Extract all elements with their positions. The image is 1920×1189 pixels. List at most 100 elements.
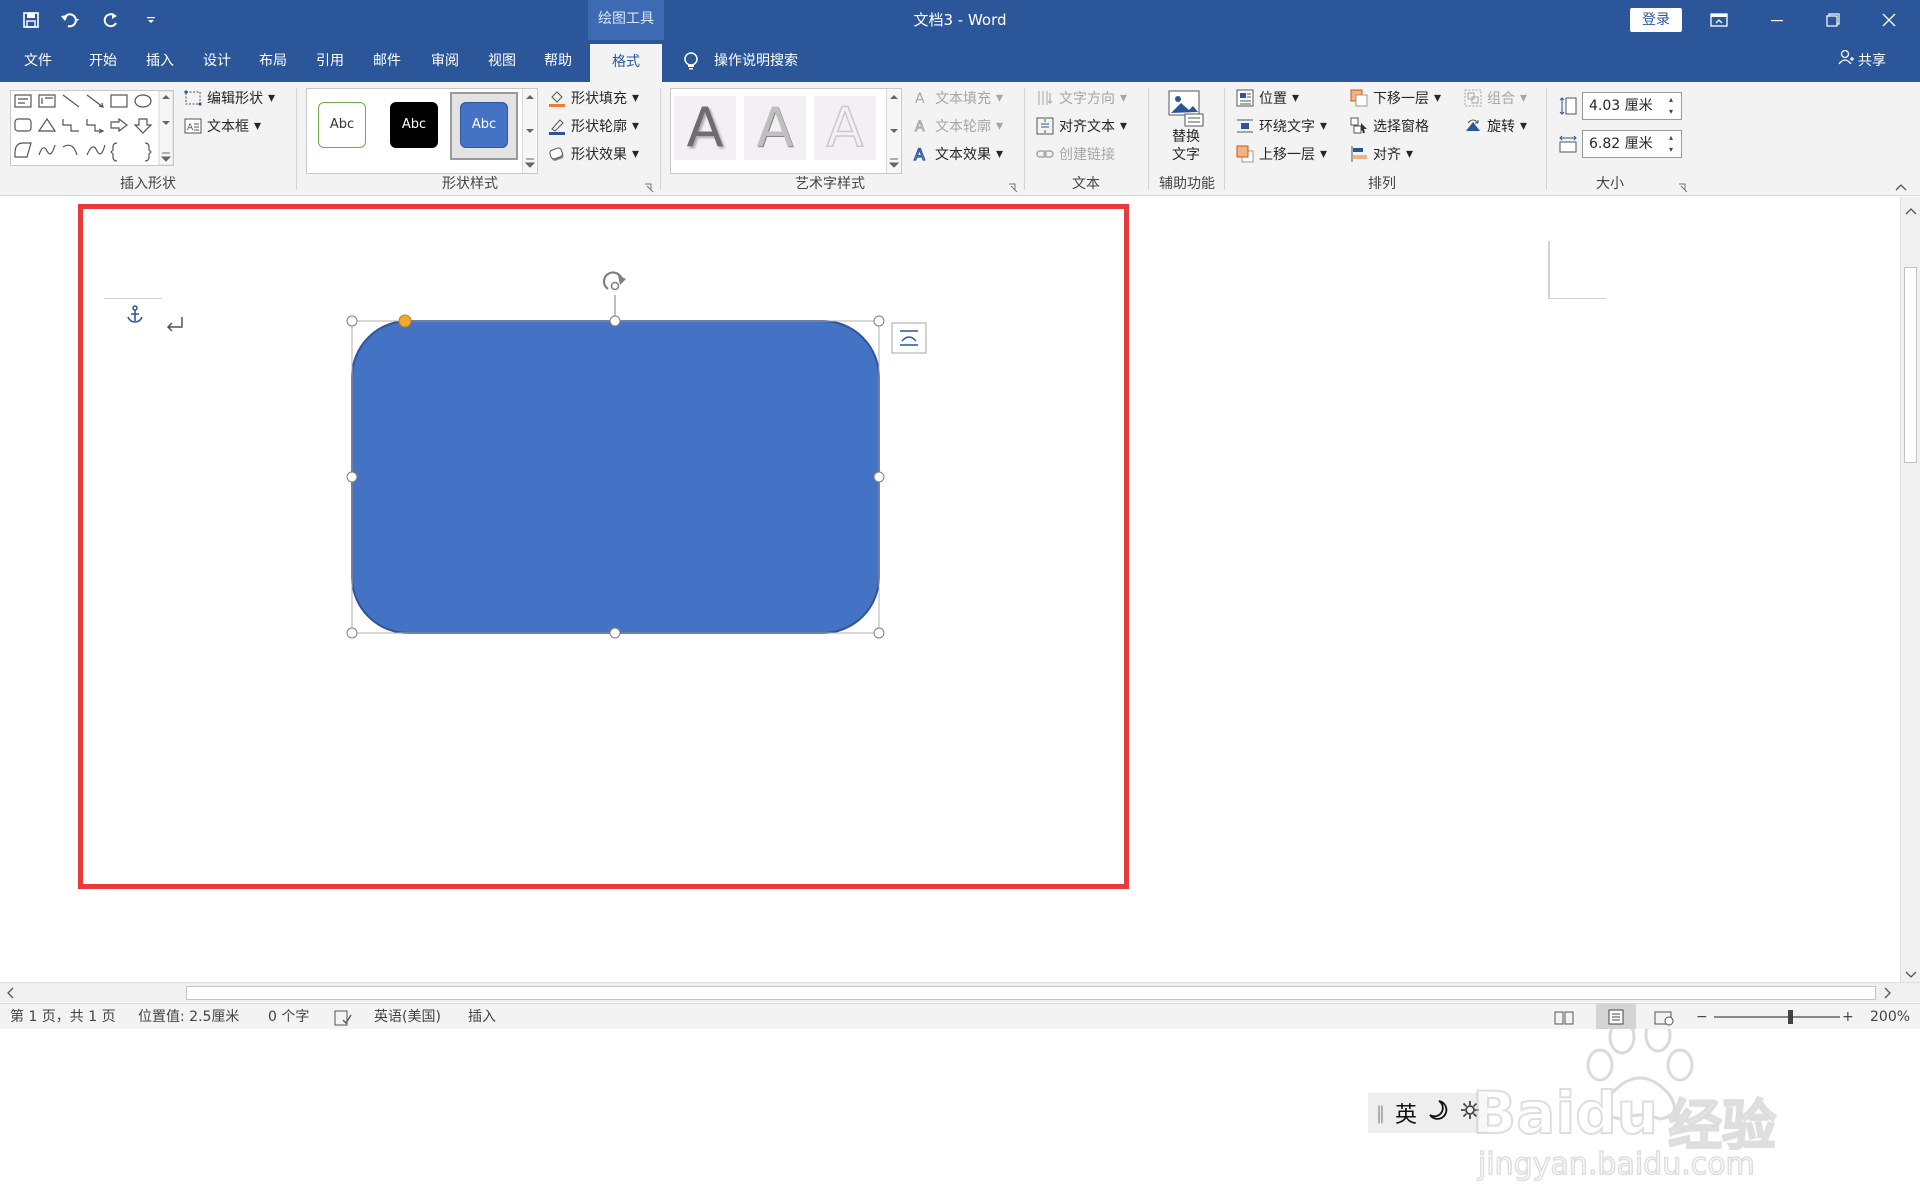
create-link-button[interactable]: 创建链接 (1036, 142, 1115, 166)
page-corner-mark-right (1548, 241, 1606, 299)
shape-fill-button[interactable]: 形状填充 ▾ (548, 86, 639, 110)
shape-effects-button[interactable]: 形状效果 ▾ (548, 142, 639, 166)
alt-text-button[interactable]: 替换 文字 (1164, 88, 1208, 172)
zoom-slider-track[interactable] (1714, 1016, 1840, 1018)
ime-status-bar[interactable]: ‖ 英 (1368, 1093, 1488, 1133)
group-label-text: 文本 (1072, 176, 1100, 192)
shape-effects-label: 形状效果 (571, 147, 627, 163)
text-effects-button[interactable]: A 文本效果 ▾ (912, 142, 1003, 166)
tab-references[interactable]: 引用 (305, 40, 355, 82)
zoom-slider-thumb[interactable] (1788, 1010, 1793, 1024)
svg-text:A: A (187, 123, 194, 133)
edit-shape-button[interactable]: 编辑形状 ▾ (184, 86, 275, 110)
shape-width-input[interactable]: 6.82 厘米 ▴ ▾ (1582, 130, 1682, 158)
status-language[interactable]: 英语(美国) (374, 1004, 441, 1030)
text-box-button[interactable]: A 文本框 ▾ (184, 114, 261, 138)
read-mode-icon[interactable] (1554, 1009, 1574, 1035)
zoom-in-button[interactable]: + (1842, 1004, 1854, 1030)
horizontal-scrollbar[interactable] (0, 982, 1920, 1002)
tab-design[interactable]: 设计 (192, 40, 242, 82)
dropdown-arrow-icon: ▾ (632, 146, 640, 162)
redo-icon[interactable] (98, 7, 124, 33)
tab-insert[interactable]: 插入 (135, 40, 185, 82)
dialog-launcher-icon[interactable] (1678, 181, 1688, 193)
scroll-up-icon[interactable] (1905, 203, 1917, 219)
dialog-launcher-icon[interactable] (1008, 181, 1018, 193)
status-position[interactable]: 位置值: 2.5厘米 (138, 1004, 239, 1030)
send-backward-button[interactable]: 下移一层 ▾ (1350, 86, 1441, 110)
tab-layout[interactable]: 布局 (248, 40, 298, 82)
spinner-arrows-icon[interactable]: ▴ ▾ (1669, 94, 1679, 118)
tab-format[interactable]: 格式 (590, 44, 662, 82)
tab-review[interactable]: 审阅 (420, 40, 470, 82)
share-button[interactable]: 共享 (1838, 40, 1886, 82)
tab-file[interactable]: 文件 (14, 40, 62, 82)
undo-icon[interactable] (58, 7, 84, 33)
wordart-style-outline[interactable]: A (814, 95, 876, 160)
horizontal-scroll-thumb[interactable] (186, 986, 1876, 1000)
ime-language[interactable]: 英 (1395, 1097, 1417, 1129)
status-word-count[interactable]: 0 个字 (268, 1004, 309, 1030)
tell-me-search[interactable]: 操作说明搜索 (714, 40, 798, 82)
close-button[interactable] (1866, 0, 1912, 40)
bring-forward-label: 上移一层 (1259, 147, 1315, 163)
bring-forward-button[interactable]: 上移一层 ▾ (1236, 142, 1327, 166)
wrap-text-button[interactable]: 环绕文字 ▾ (1236, 114, 1327, 138)
proofing-icon[interactable] (334, 1009, 352, 1035)
print-layout-button[interactable] (1596, 1004, 1636, 1029)
dropdown-arrow-icon: ▾ (632, 90, 640, 106)
dropdown-arrow-icon: ▾ (268, 90, 276, 106)
customize-qat-icon[interactable] (138, 7, 164, 33)
tab-help[interactable]: 帮助 (533, 40, 583, 82)
shape-style-outline-green[interactable]: Abc (318, 102, 366, 148)
wordart-gallery-scroll[interactable] (886, 89, 900, 173)
text-outline-button[interactable]: A 文本轮廓 ▾ (912, 114, 1004, 138)
group-objects-button[interactable]: 组合 ▾ (1464, 86, 1527, 110)
wordart-style-shadow[interactable]: A (674, 96, 736, 160)
shape-style-black[interactable]: Abc (390, 102, 438, 148)
position-button[interactable]: 位置 ▾ (1236, 86, 1299, 110)
web-layout-icon[interactable] (1654, 1009, 1674, 1035)
rotate-button[interactable]: 旋转 ▾ (1464, 114, 1527, 138)
minimize-button[interactable] (1754, 0, 1800, 40)
scroll-left-icon[interactable] (6, 987, 14, 1003)
scroll-down-icon[interactable] (1905, 967, 1917, 983)
selection-pane-button[interactable]: 选择窗格 (1350, 114, 1429, 138)
document-area[interactable]: ‖ 英 Baidu 经验 jingyan.baidu.com (0, 197, 1920, 1183)
text-fill-button[interactable]: A 文本填充 ▾ (912, 86, 1003, 110)
shapes-gallery[interactable] (10, 90, 174, 166)
save-icon[interactable] (18, 7, 44, 33)
vertical-scrollbar[interactable] (1900, 197, 1920, 982)
vertical-scroll-thumb[interactable] (1904, 267, 1917, 463)
bring-forward-icon (1236, 145, 1254, 163)
shape-styles-gallery-scroll[interactable] (522, 89, 536, 173)
moon-icon[interactable] (1427, 1099, 1449, 1127)
align-button[interactable]: 对齐 ▾ (1350, 142, 1413, 166)
login-button[interactable]: 登录 (1630, 8, 1682, 32)
spinner-arrows-icon[interactable]: ▴ ▾ (1669, 132, 1679, 156)
zoom-out-button[interactable]: − (1696, 1004, 1708, 1030)
shape-height-input[interactable]: 4.03 厘米 ▴ ▾ (1582, 92, 1682, 120)
tab-mailings[interactable]: 邮件 (362, 40, 412, 82)
zoom-level[interactable]: 200% (1870, 1004, 1910, 1030)
text-box-icon: A (184, 117, 202, 135)
text-direction-button[interactable]: 文字方向 ▾ (1036, 86, 1127, 110)
send-backward-icon (1350, 89, 1368, 107)
shape-outline-button[interactable]: 形状轮廓 ▾ (548, 114, 639, 138)
ribbon: 编辑形状 ▾ A 文本框 ▾ 插入形状 Abc Abc Abc 形状填充 ▾ 形… (0, 82, 1920, 196)
dropdown-arrow-icon: ▾ (1120, 118, 1128, 134)
tab-home[interactable]: 开始 (78, 40, 128, 82)
status-page-count[interactable]: 第 1 页，共 1 页 (10, 1004, 116, 1030)
status-insert-mode[interactable]: 插入 (468, 1004, 496, 1030)
wordart-style-light[interactable]: A (744, 96, 806, 160)
dialog-launcher-icon[interactable] (644, 181, 654, 193)
collapse-ribbon-icon[interactable] (1894, 180, 1908, 196)
restore-button[interactable] (1810, 0, 1856, 40)
scroll-right-icon[interactable] (1884, 987, 1892, 1003)
align-text-button[interactable]: 对齐文本 ▾ (1036, 114, 1127, 138)
tab-view[interactable]: 视图 (477, 40, 527, 82)
ribbon-display-options-button[interactable] (1696, 0, 1742, 40)
shape-style-blue[interactable]: Abc (460, 102, 508, 148)
ime-drag-handle-icon[interactable]: ‖ (1376, 1103, 1385, 1124)
lightbulb-icon[interactable] (680, 50, 702, 72)
